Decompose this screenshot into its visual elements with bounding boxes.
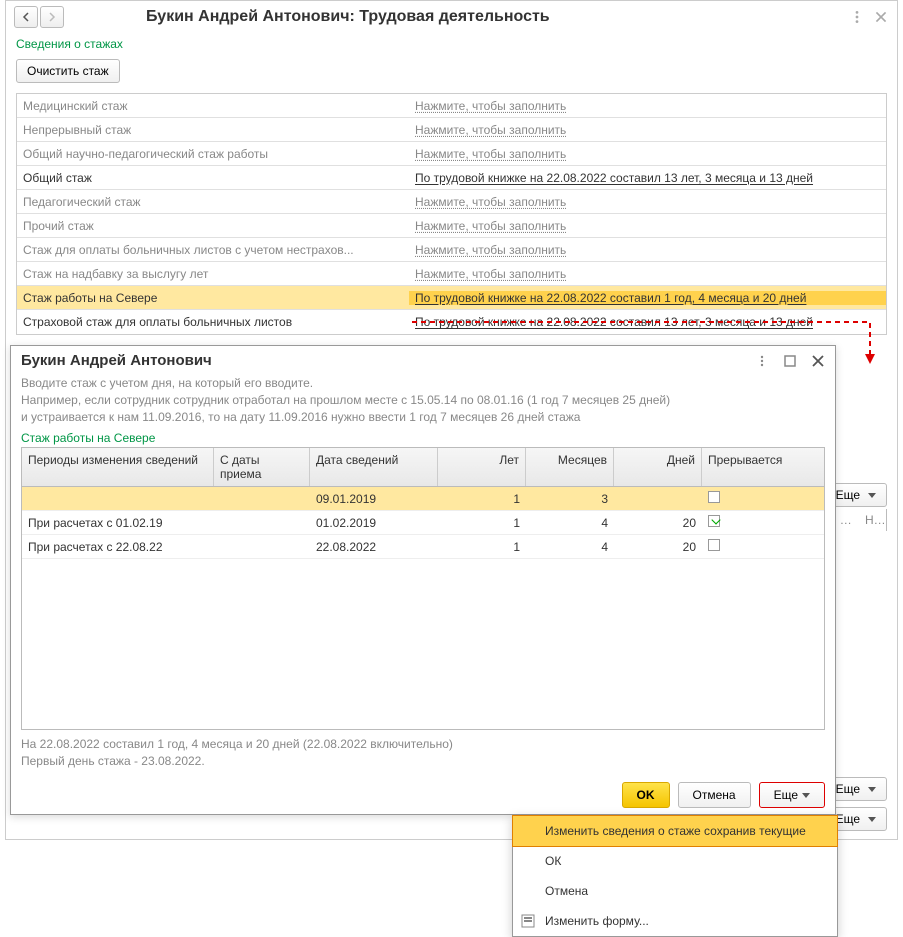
stazh-row-value[interactable]: Нажмите, чтобы заполнить xyxy=(409,219,886,233)
stazh-row-value[interactable]: По трудовой книжке на 22.08.2022 состави… xyxy=(409,291,886,305)
period-interrupted-cell[interactable] xyxy=(702,515,824,530)
stazh-row[interactable]: Общий научно-педагогический стаж работыН… xyxy=(17,142,886,166)
period-cell: 01.02.2019 xyxy=(310,516,438,530)
dialog-more-button[interactable]: Еще xyxy=(759,782,825,808)
close-icon[interactable] xyxy=(873,9,889,25)
window-title: Букин Андрей Антонович: Трудовая деятель… xyxy=(146,8,550,26)
stazh-row[interactable]: Медицинский стажНажмите, чтобы заполнить xyxy=(17,94,886,118)
stazh-row[interactable]: Стаж на надбавку за выслугу летНажмите, … xyxy=(17,262,886,286)
period-cell: При расчетах с 01.02.19 xyxy=(22,516,214,530)
dialog-summary: На 22.08.2022 составил 1 год, 4 месяца и… xyxy=(11,730,835,776)
stazh-row-label: Педагогический стаж xyxy=(17,195,409,209)
period-cell: 1 xyxy=(438,540,526,554)
caret-down-icon xyxy=(868,817,876,822)
stazh-row[interactable]: Стаж для оплаты больничных листов с учет… xyxy=(17,238,886,262)
col-days[interactable]: Дней xyxy=(614,448,702,486)
col-interrupted[interactable]: Прерывается xyxy=(702,448,824,486)
periods-table: Периоды изменения сведений С даты приема… xyxy=(21,447,825,730)
period-cell: 20 xyxy=(614,516,702,530)
form-edit-icon xyxy=(521,914,535,928)
stazh-table: Медицинский стажНажмите, чтобы заполнить… xyxy=(16,93,887,335)
period-row[interactable]: При расчетах с 01.02.19 01.02.20191420 xyxy=(22,511,824,535)
caret-down-icon xyxy=(802,793,810,798)
col-years[interactable]: Лет xyxy=(438,448,526,486)
stazh-row-value[interactable]: Нажмите, чтобы заполнить xyxy=(409,99,886,113)
stazh-row[interactable]: Общий стажПо трудовой книжке на 22.08.20… xyxy=(17,166,886,190)
periods-body: 09.01.201913При расчетах с 01.02.1901.02… xyxy=(22,487,824,729)
dialog-footer: OK Отмена Еще xyxy=(11,776,835,814)
stazh-row-value[interactable]: Нажмите, чтобы заполнить xyxy=(409,123,886,137)
period-row[interactable]: 09.01.201913 xyxy=(22,487,824,511)
stazh-row-value[interactable]: Нажмите, чтобы заполнить xyxy=(409,195,886,209)
nav-back-button[interactable] xyxy=(14,6,38,28)
col-date[interactable]: Дата сведений xyxy=(310,448,438,486)
interrupted-checkbox[interactable] xyxy=(708,539,720,551)
dialog-ok-button[interactable]: OK xyxy=(622,782,670,808)
stazh-dialog: Букин Андрей Антонович Вводите стаж с уч… xyxy=(10,345,836,815)
stazh-row[interactable]: Стаж работы на СевереПо трудовой книжке … xyxy=(17,286,886,310)
dialog-hint: Вводите стаж с учетом дня, на который ег… xyxy=(11,375,835,425)
stazh-row-label: Стаж для оплаты больничных листов с учет… xyxy=(17,243,409,257)
nav-forward-button[interactable] xyxy=(40,6,64,28)
stazh-row-label: Стаж на надбавку за выслугу лет xyxy=(17,267,409,281)
stazh-row-label: Прочий стаж xyxy=(17,219,409,233)
stazh-row-value[interactable]: Нажмите, чтобы заполнить xyxy=(409,243,886,257)
period-row[interactable]: При расчетах с 22.08.22 22.08.20221420 xyxy=(22,535,824,559)
clear-stazh-button[interactable]: Очистить стаж xyxy=(16,59,120,83)
interrupted-checkbox[interactable] xyxy=(708,491,720,503)
period-cell: 09.01.2019 xyxy=(310,492,438,506)
period-interrupted-cell[interactable] xyxy=(702,539,824,554)
col-months[interactable]: Месяцев xyxy=(526,448,614,486)
caret-down-icon xyxy=(868,493,876,498)
stazh-row-label: Общий стаж xyxy=(17,171,409,185)
period-cell: 22.08.2022 xyxy=(310,540,438,554)
period-cell: 20 xyxy=(614,540,702,554)
dropdown-item[interactable]: Отмена xyxy=(513,876,837,906)
more-dropdown: Изменить сведения о стаже сохранив текущ… xyxy=(512,815,838,937)
period-cell: 4 xyxy=(526,516,614,530)
dialog-kebab-icon[interactable] xyxy=(755,354,769,368)
stazh-row-value[interactable]: По трудовой книжке на 22.08.2022 состави… xyxy=(409,171,886,185)
period-cell: 3 xyxy=(526,492,614,506)
dropdown-item[interactable]: Изменить сведения о стаже сохранив текущ… xyxy=(512,815,838,847)
stazh-row-value[interactable]: Нажмите, чтобы заполнить xyxy=(409,267,886,281)
period-cell: 1 xyxy=(438,516,526,530)
dialog-title: Букин Андрей Антонович xyxy=(21,352,212,369)
kebab-menu-icon[interactable] xyxy=(849,9,865,25)
col-periods[interactable]: Периоды изменения сведений xyxy=(22,448,214,486)
period-cell: При расчетах с 22.08.22 xyxy=(22,540,214,554)
dialog-maximize-icon[interactable] xyxy=(783,354,797,368)
dialog-cancel-button[interactable]: Отмена xyxy=(678,782,751,808)
dialog-section-label: Стаж работы на Севере xyxy=(11,425,835,447)
titlebar: Букин Андрей Антонович: Трудовая деятель… xyxy=(6,1,897,33)
col-from-hire[interactable]: С даты приема xyxy=(214,448,310,486)
dropdown-item-label: Отмена xyxy=(545,884,588,898)
stazh-row-value[interactable]: По трудовой книжке на 22.08.2022 состави… xyxy=(409,315,886,329)
stazh-row-label: Общий научно-педагогический стаж работы xyxy=(17,147,409,161)
period-cell: 1 xyxy=(438,492,526,506)
stazh-row-label: Непрерывный стаж xyxy=(17,123,409,137)
dialog-close-icon[interactable] xyxy=(811,354,825,368)
stazh-row-label: Стаж работы на Севере xyxy=(17,291,409,305)
stazh-row-value[interactable]: Нажмите, чтобы заполнить xyxy=(409,147,886,161)
stazh-row[interactable]: Страховой стаж для оплаты больничных лис… xyxy=(17,310,886,334)
dropdown-item-label: ОК xyxy=(545,854,561,868)
stazh-row[interactable]: Прочий стажНажмите, чтобы заполнить xyxy=(17,214,886,238)
dropdown-item[interactable]: Изменить форму... xyxy=(513,906,837,936)
stazh-row[interactable]: Педагогический стажНажмите, чтобы заполн… xyxy=(17,190,886,214)
periods-header: Периоды изменения сведений С даты приема… xyxy=(22,448,824,487)
dropdown-item[interactable]: ОК xyxy=(513,846,837,876)
dialog-titlebar: Букин Андрей Антонович xyxy=(11,346,835,375)
truncated-label-b: Н... xyxy=(859,509,887,531)
stazh-row-label: Медицинский стаж xyxy=(17,99,409,113)
period-interrupted-cell[interactable] xyxy=(702,491,824,506)
stazh-row-label: Страховой стаж для оплаты больничных лис… xyxy=(17,315,409,329)
dropdown-item-label: Изменить форму... xyxy=(545,914,649,928)
section-label: Сведения о стажах xyxy=(6,33,897,55)
stazh-row[interactable]: Непрерывный стажНажмите, чтобы заполнить xyxy=(17,118,886,142)
period-cell: 4 xyxy=(526,540,614,554)
caret-down-icon xyxy=(868,787,876,792)
dropdown-item-label: Изменить сведения о стаже сохранив текущ… xyxy=(545,824,806,838)
interrupted-checkbox[interactable] xyxy=(708,515,720,527)
